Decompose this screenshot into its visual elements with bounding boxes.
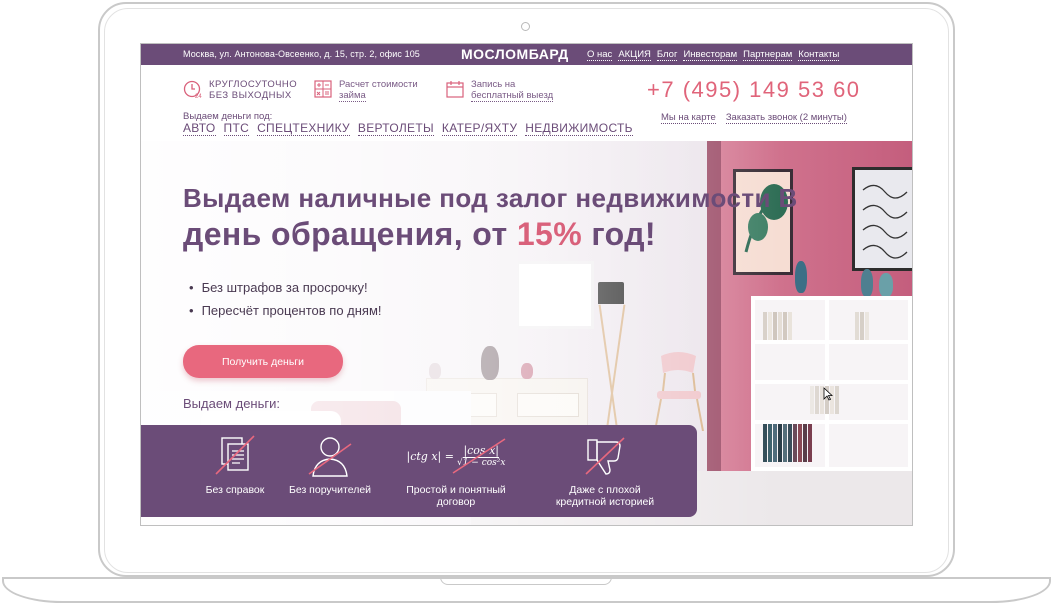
benefit-4-label-line1: Даже с плохой — [569, 484, 641, 496]
bullet-daily-interest: Пересчёт процентов по дням! — [189, 303, 382, 318]
feature-calc-line1: Расчет стоимости — [339, 79, 418, 90]
feature-visit-line1: Запись на — [471, 79, 516, 90]
wall-art-right — [852, 167, 912, 271]
svg-text:24: 24 — [195, 94, 202, 99]
clock-24-icon: 24 — [183, 79, 203, 99]
map-link[interactable]: Мы на карте — [661, 112, 716, 124]
nav-contacts[interactable]: Контакты — [798, 49, 840, 61]
vase — [795, 261, 807, 293]
camera-icon — [521, 22, 530, 31]
benefit-1-label: Без справок — [205, 484, 265, 496]
feature-24h: 24 КРУГЛОСУТОЧНО БЕЗ ВЫХОДНЫХ — [183, 79, 297, 101]
callback-link[interactable]: Заказать звонок (2 минуты) — [725, 112, 847, 124]
collateral-realty[interactable]: НЕДВИЖИМОСТЬ — [525, 121, 633, 136]
feature-calculator[interactable]: Расчет стоимости займа — [313, 79, 418, 102]
feature-calc-line2: займа — [339, 90, 366, 102]
address-text: Москва, ул. Антонова-Овсеенко, д. 15, ст… — [183, 49, 420, 59]
nav-promo[interactable]: АКЦИЯ — [618, 49, 651, 61]
collateral-boats[interactable]: КАТЕР/ЯХТУ — [441, 121, 518, 136]
benefit-simple-contract: |ctg x| = |cos x| √1 − cos²x Простой и п… — [386, 425, 526, 517]
collateral-auto[interactable]: АВТО — [183, 121, 216, 136]
benefit-no-guarantors: Без поручителей — [270, 425, 390, 517]
formula-left: |ctg x| = — [406, 449, 454, 463]
calculator-icon — [313, 79, 333, 99]
collateral-list: АВТО ПТС СПЕЦТЕХНИКУ ВЕРТОЛЕТЫ КАТЕР/ЯХТ… — [183, 121, 633, 136]
hero-section: Выдаем наличные под залог недвижимости В… — [141, 141, 912, 525]
get-money-button[interactable]: Получить деньги — [183, 345, 343, 378]
thumbs-down-crossed-icon — [580, 433, 630, 479]
nav-blog[interactable]: Блог — [656, 49, 678, 61]
collateral-machinery[interactable]: СПЕЦТЕХНИКУ — [257, 121, 350, 136]
logo[interactable]: МОСЛОМБАРД — [461, 46, 569, 62]
headline-part3: год! — [582, 216, 656, 252]
vase — [861, 269, 873, 297]
laptop-notch — [440, 577, 612, 585]
hero-headline: Выдаем наличные под залог недвижимости В… — [183, 180, 833, 254]
documents-crossed-icon — [210, 433, 260, 479]
top-nav: О нас АКЦИЯ Блог Инвесторам Партнерам Ко… — [587, 49, 840, 61]
hero-bullets: Без штрафов за просрочку! Пересчёт проце… — [189, 280, 382, 326]
benefit-2-label: Без поручителей — [288, 484, 372, 496]
benefit-3-label-line2: договор — [436, 496, 476, 508]
phone-number[interactable]: +7 (495) 149 53 60 — [647, 77, 861, 103]
person-crossed-icon — [305, 433, 355, 479]
benefits-panel: Без справок Без поручителей |ctg x| = |c… — [141, 425, 697, 517]
nav-partners[interactable]: Партнерам — [743, 49, 793, 61]
mouse-cursor-icon — [823, 387, 833, 401]
collateral-helicopters[interactable]: ВЕРТОЛЕТЫ — [357, 121, 434, 136]
vase — [879, 273, 893, 297]
feature-visit[interactable]: Запись на бесплатный выезд — [445, 79, 554, 102]
laptop-screen: Москва, ул. Антонова-Овсеенко, д. 15, ст… — [140, 43, 913, 526]
collateral-pts[interactable]: ПТС — [223, 121, 250, 136]
benefit-3-label-line1: Простой и понятный — [406, 484, 506, 496]
top-bar: Москва, ул. Антонова-Овсеенко, д. 15, ст… — [141, 44, 912, 65]
feature-visit-line2: бесплатный выезд — [471, 90, 554, 102]
headline-part1: Выдаем наличные под залог недвижимости В — [183, 183, 798, 213]
headline-part2: день обращения, от — [183, 216, 517, 252]
nav-investors[interactable]: Инвесторам — [683, 49, 738, 61]
bullet-no-penalty: Без штрафов за просрочку! — [189, 280, 382, 295]
nav-about[interactable]: О нас — [587, 49, 613, 61]
phone-links: Мы на карте Заказать звонок (2 минуты) — [661, 112, 847, 124]
give-money-label: Выдаем деньги: — [183, 396, 280, 411]
header: 24 КРУГЛОСУТОЧНО БЕЗ ВЫХОДНЫХ Расчет сто… — [141, 65, 912, 141]
headline-rate: 15% — [516, 216, 583, 252]
benefit-bad-credit: Даже с плохой кредитной историей — [545, 425, 665, 517]
feature-24h-line1: КРУГЛОСУТОЧНО — [209, 79, 298, 90]
benefit-4-label-line2: кредитной историей — [555, 496, 655, 508]
calendar-icon — [445, 79, 465, 99]
feature-24h-line2: БЕЗ ВЫХОДНЫХ — [209, 90, 292, 101]
formula-crossed-icon: |ctg x| = |cos x| √1 − cos²x — [401, 433, 511, 479]
